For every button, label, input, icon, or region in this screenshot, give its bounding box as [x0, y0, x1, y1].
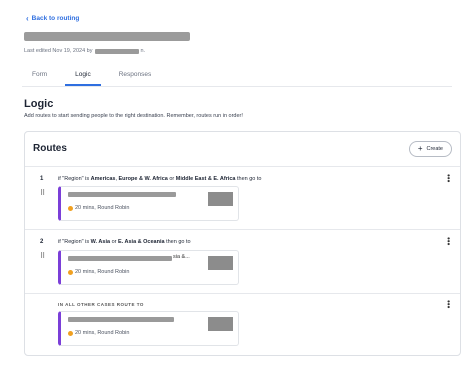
chevron-left-icon: ‹ [26, 13, 29, 23]
tab-logic[interactable]: Logic [65, 68, 101, 86]
routes-card-header: Routes + Create [25, 132, 460, 167]
tab-form[interactable]: Form [22, 68, 57, 85]
route-condition: if "Region" is W. Asia or E. Asia & Ocea… [58, 239, 191, 245]
more-options-icon[interactable]: ••• [444, 174, 453, 182]
edited-prefix: Last edited Nov 19, 2024 by [24, 48, 93, 54]
clock-icon [68, 330, 73, 336]
plus-icon: + [417, 144, 423, 153]
route-row: 1 if "Region" is Americas, Europe & W. A… [25, 167, 460, 230]
last-edited-info: Last edited Nov 19, 2024 by n. [24, 48, 145, 54]
route-destination[interactable]: sia &... 20 mins, Round Robin [58, 250, 239, 285]
destination-name-redacted [68, 256, 172, 261]
fallback-label: IN ALL OTHER CASES ROUTE TO [58, 302, 144, 307]
page-title-redacted [24, 32, 190, 41]
clock-icon [68, 269, 73, 275]
back-label: Back to routing [31, 15, 80, 22]
destination-avatar-redacted [208, 317, 233, 331]
fallback-destination[interactable]: 20 mins, Round Robin [58, 311, 239, 346]
editor-name-redacted [94, 48, 139, 54]
fallback-route-row: IN ALL OTHER CASES ROUTE TO ••• 20 mins,… [25, 294, 460, 355]
tab-responses[interactable]: Responses [109, 68, 162, 85]
create-label: Create [426, 146, 443, 152]
tab-bar: Form Logic Responses [22, 68, 452, 87]
route-condition: if "Region" is Americas, Europe & W. Afr… [58, 176, 262, 182]
destination-meta: 20 mins, Round Robin [68, 330, 129, 336]
destination-avatar-redacted [208, 192, 233, 206]
edited-suffix: n. [140, 48, 146, 54]
route-number: 2 [40, 239, 44, 245]
drag-handle-icon[interactable]: ⠿ [40, 253, 46, 260]
more-options-icon[interactable]: ••• [444, 300, 453, 308]
section-subtitle: Add routes to start sending people to th… [24, 113, 243, 119]
destination-meta: 20 mins, Round Robin [68, 269, 129, 275]
create-route-button[interactable]: + Create [408, 141, 452, 157]
destination-name-visible: sia &... [173, 254, 190, 260]
route-number: 1 [40, 176, 44, 182]
destination-name-redacted [68, 317, 174, 322]
route-destination[interactable]: 20 mins, Round Robin [58, 186, 239, 221]
section-title: Logic [24, 98, 54, 110]
destination-name-redacted [68, 192, 176, 197]
back-to-routing-link[interactable]: ‹ Back to routing [26, 13, 80, 23]
routes-card: Routes + Create 1 if "Region" is America… [24, 131, 461, 356]
routes-title: Routes [33, 143, 67, 154]
clock-icon [68, 205, 73, 211]
route-row: 2 if "Region" is W. Asia or E. Asia & Oc… [25, 230, 460, 294]
more-options-icon[interactable]: ••• [444, 237, 453, 245]
destination-avatar-redacted [208, 256, 233, 270]
drag-handle-icon[interactable]: ⠿ [40, 190, 46, 197]
destination-meta: 20 mins, Round Robin [68, 205, 129, 211]
